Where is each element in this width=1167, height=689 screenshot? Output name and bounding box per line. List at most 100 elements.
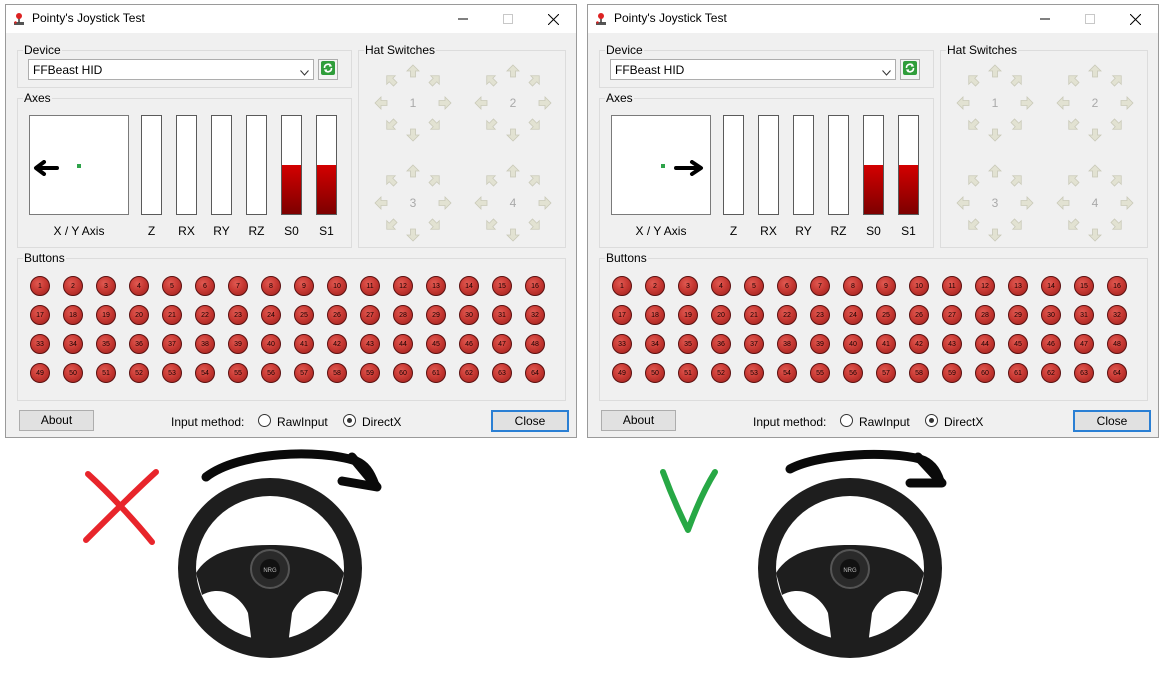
refresh-button[interactable] — [900, 59, 920, 80]
joystick-button-39: 39 — [228, 334, 248, 354]
window-title: Pointy's Joystick Test — [614, 11, 727, 25]
joystick-button-13: 13 — [1008, 276, 1028, 296]
joystick-button-45: 45 — [426, 334, 446, 354]
device-group-label: Device — [605, 43, 644, 57]
joystick-button-21: 21 — [162, 305, 182, 325]
rawinput-radio-label[interactable]: RawInput — [277, 415, 328, 429]
maximize-icon[interactable] — [486, 5, 530, 33]
close-button[interactable]: Close — [1073, 410, 1151, 432]
joystick-button-18: 18 — [645, 305, 665, 325]
joystick-button-10: 10 — [327, 276, 347, 296]
hat-switch-number: 2 — [1091, 96, 1099, 110]
hat-switch-number: 3 — [409, 196, 417, 210]
joystick-button-6: 6 — [195, 276, 215, 296]
directx-radio[interactable] — [343, 414, 356, 427]
hat-switch-3: 3 — [953, 161, 1037, 245]
close-icon[interactable] — [531, 5, 575, 33]
joystick-button-8: 8 — [261, 276, 281, 296]
joystick-button-42: 42 — [909, 334, 929, 354]
joystick-test-window: Pointy's Joystick Test Device Axes Hat Swit… — [5, 4, 577, 438]
rawinput-radio[interactable] — [840, 414, 853, 427]
title-bar[interactable]: Pointy's Joystick Test — [6, 5, 576, 33]
joystick-button-9: 9 — [294, 276, 314, 296]
joystick-button-40: 40 — [261, 334, 281, 354]
joystick-button-37: 37 — [162, 334, 182, 354]
joystick-button-36: 36 — [129, 334, 149, 354]
joystick-button-5: 5 — [744, 276, 764, 296]
joystick-button-16: 16 — [525, 276, 545, 296]
joystick-button-59: 59 — [360, 363, 380, 383]
axis-bar-fill — [282, 165, 301, 214]
xy-axis-label: X / Y Axis — [635, 224, 687, 238]
device-dropdown[interactable]: FFBeast HID — [28, 59, 314, 80]
xy-axis-label: X / Y Axis — [53, 224, 105, 238]
directx-radio-label[interactable]: DirectX — [362, 415, 401, 429]
joystick-button-35: 35 — [96, 334, 116, 354]
axes-group-label: Axes — [23, 91, 52, 105]
joystick-button-35: 35 — [678, 334, 698, 354]
joystick-button-30: 30 — [459, 305, 479, 325]
joystick-button-23: 23 — [228, 305, 248, 325]
hat-switches-group-label: Hat Switches — [364, 43, 437, 57]
joystick-button-2: 2 — [63, 276, 83, 296]
joystick-button-25: 25 — [294, 305, 314, 325]
joystick-button-3: 3 — [96, 276, 116, 296]
axis-label-s0: S0 — [866, 224, 881, 238]
joystick-button-28: 28 — [975, 305, 995, 325]
joystick-button-56: 56 — [261, 363, 281, 383]
joystick-button-62: 62 — [459, 363, 479, 383]
minimize-icon[interactable] — [441, 5, 485, 33]
about-button[interactable]: About — [601, 410, 676, 431]
joystick-button-2: 2 — [645, 276, 665, 296]
axis-label-rz: RZ — [248, 224, 265, 238]
chevron-down-icon — [882, 65, 891, 79]
directx-radio-label[interactable]: DirectX — [944, 415, 983, 429]
joystick-button-61: 61 — [426, 363, 446, 383]
joystick-button-63: 63 — [492, 363, 512, 383]
joystick-button-26: 26 — [327, 305, 347, 325]
joystick-button-60: 60 — [975, 363, 995, 383]
axis-bar-rx — [758, 115, 779, 215]
axis-bar-rx — [176, 115, 197, 215]
title-bar[interactable]: Pointy's Joystick Test — [588, 5, 1158, 33]
axis-bar-z — [723, 115, 744, 215]
device-dropdown[interactable]: FFBeast HID — [610, 59, 896, 80]
joystick-button-25: 25 — [876, 305, 896, 325]
close-button[interactable]: Close — [491, 410, 569, 432]
axis-label-rx: RX — [760, 224, 777, 238]
joystick-button-40: 40 — [843, 334, 863, 354]
refresh-icon — [903, 61, 917, 78]
hat-switch-3: 3 — [371, 161, 455, 245]
joystick-button-57: 57 — [294, 363, 314, 383]
joystick-button-23: 23 — [810, 305, 830, 325]
close-icon[interactable] — [1113, 5, 1157, 33]
joystick-button-34: 34 — [645, 334, 665, 354]
maximize-icon[interactable] — [1068, 5, 1112, 33]
joystick-button-14: 14 — [1041, 276, 1061, 296]
rawinput-radio[interactable] — [258, 414, 271, 427]
joystick-button-10: 10 — [909, 276, 929, 296]
joystick-button-52: 52 — [711, 363, 731, 383]
joystick-button-8: 8 — [843, 276, 863, 296]
joystick-button-30: 30 — [1041, 305, 1061, 325]
rawinput-radio-label[interactable]: RawInput — [859, 415, 910, 429]
joystick-app-icon — [594, 12, 608, 26]
axis-bar-fill — [317, 165, 336, 214]
joystick-button-47: 47 — [1074, 334, 1094, 354]
about-button[interactable]: About — [19, 410, 94, 431]
joystick-button-5: 5 — [162, 276, 182, 296]
buttons-group-label: Buttons — [23, 251, 66, 265]
axis-label-s0: S0 — [284, 224, 299, 238]
joystick-button-45: 45 — [1008, 334, 1028, 354]
joystick-button-54: 54 — [777, 363, 797, 383]
axis-bar-s0 — [281, 115, 302, 215]
directx-radio[interactable] — [925, 414, 938, 427]
joystick-button-26: 26 — [909, 305, 929, 325]
joystick-button-46: 46 — [459, 334, 479, 354]
axis-label-z: Z — [729, 224, 738, 238]
axis-bar-fill — [864, 165, 883, 214]
axis-label-s1: S1 — [901, 224, 916, 238]
refresh-button[interactable] — [318, 59, 338, 80]
axis-bar-ry — [793, 115, 814, 215]
minimize-icon[interactable] — [1023, 5, 1067, 33]
